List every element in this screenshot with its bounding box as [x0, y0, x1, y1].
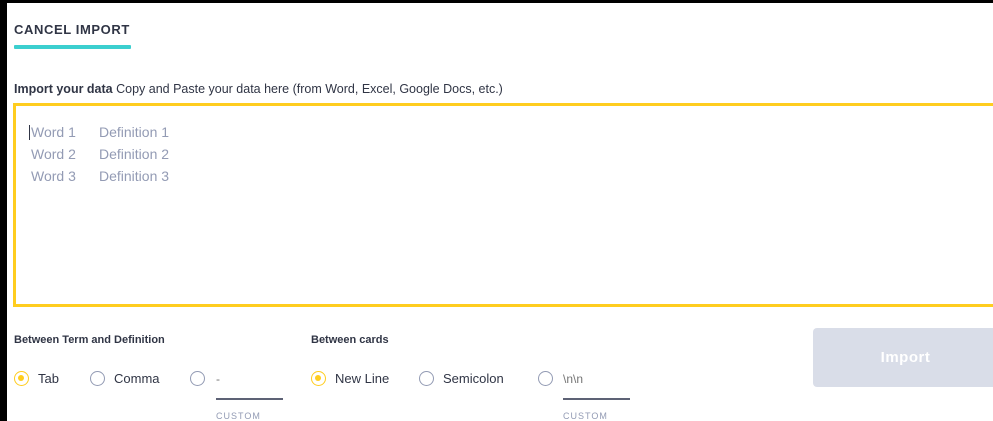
import-label-rest: Copy and Paste your data here (from Word…: [112, 82, 503, 96]
term-sep-option-tab[interactable]: Tab: [14, 371, 59, 386]
card-sep-custom-caption: CUSTOM: [563, 411, 608, 421]
placeholder-row: Word 2 Definition 2: [31, 146, 169, 162]
option-label: Semicolon: [443, 371, 504, 386]
term-sep-custom-underline: [216, 398, 283, 400]
card-sep-option-semicolon[interactable]: Semicolon: [419, 371, 504, 386]
import-instructions: Import your data Copy and Paste your dat…: [14, 82, 503, 96]
radio-selected-icon[interactable]: [311, 371, 326, 386]
placeholder-row: Word 1 Definition 1: [31, 124, 169, 140]
term-sep-custom-input[interactable]: [216, 371, 280, 387]
placeholder-row: Word 3 Definition 3: [31, 168, 169, 184]
option-label: New Line: [335, 371, 390, 386]
radio-selected-icon[interactable]: [14, 371, 29, 386]
card-sep-custom-input[interactable]: [563, 371, 627, 387]
text-cursor: [29, 125, 30, 140]
card-sep-custom-underline: [563, 398, 630, 400]
radio-unselected-icon[interactable]: [90, 371, 105, 386]
radio-unselected-icon[interactable]: [190, 371, 205, 386]
window-frame-left: [0, 0, 7, 421]
option-label: Tab: [38, 371, 59, 386]
cancel-import-button[interactable]: CANCEL IMPORT: [14, 22, 130, 37]
card-sep-option-custom[interactable]: [538, 371, 553, 386]
placeholder-definition: Definition 2: [99, 146, 170, 162]
placeholder-term: Word 2: [31, 146, 76, 162]
card-sep-option-newline[interactable]: New Line: [311, 371, 389, 386]
placeholder-definition: Definition 3: [99, 168, 170, 184]
window-frame-top: [0, 0, 993, 3]
radio-unselected-icon[interactable]: [538, 371, 553, 386]
import-button[interactable]: Import: [813, 328, 993, 387]
term-sep-custom-caption: CUSTOM: [216, 411, 261, 421]
term-separator-title: Between Term and Definition: [14, 334, 165, 346]
import-label-bold: Import your data: [14, 82, 113, 96]
cancel-import-underline: [14, 45, 131, 49]
option-label: Comma: [114, 371, 160, 386]
placeholder-definition: Definition 1: [99, 124, 170, 140]
placeholder-term: Word 3: [31, 168, 76, 184]
card-separator-title: Between cards: [311, 334, 389, 346]
radio-unselected-icon[interactable]: [419, 371, 434, 386]
term-sep-option-comma[interactable]: Comma: [90, 371, 160, 386]
placeholder-term: Word 1: [31, 124, 76, 140]
term-sep-option-custom[interactable]: [190, 371, 205, 386]
